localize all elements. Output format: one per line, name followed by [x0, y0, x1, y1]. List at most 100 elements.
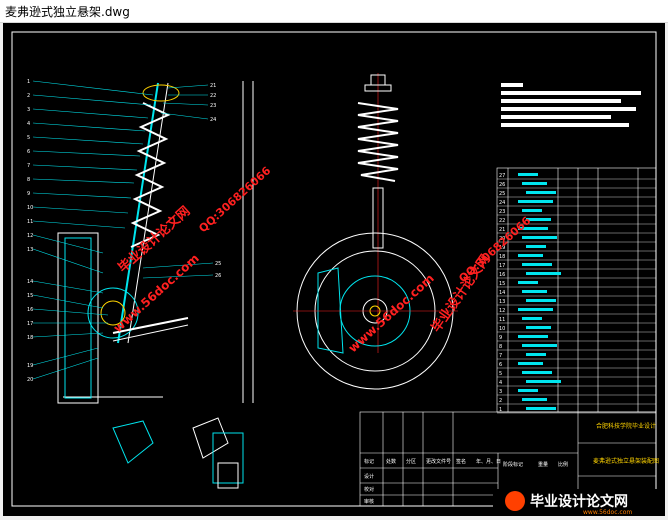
logo-text: 毕业设计论文网: [530, 493, 628, 510]
parts-row-number: 15: [499, 281, 505, 287]
parts-row-number: 22: [499, 218, 505, 224]
logo-url: www.56doc.com: [583, 509, 632, 516]
watermark-qq: QQ:306826066: [196, 164, 273, 235]
technical-requirements: [501, 83, 641, 127]
parts-row-number: 25: [499, 191, 505, 197]
tb-weight: 重量: [538, 461, 548, 468]
leader-label: 15: [27, 293, 33, 299]
leader-label: 7: [27, 163, 30, 169]
tb-stage: 阶段标记: [503, 461, 523, 468]
parts-row-number: 13: [499, 299, 505, 305]
strut-front-view: [293, 73, 458, 390]
parts-row-name: [522, 371, 552, 374]
leader-label: 20: [27, 377, 33, 383]
window-title-bar: 麦弗逊式独立悬架.dwg: [0, 0, 668, 23]
parts-row-name: [526, 407, 556, 410]
parts-row-number: 24: [499, 200, 505, 206]
leader-label: 2: [27, 93, 30, 99]
watermarks: 毕业设计论文网 www.56doc.com QQ:306826066 www.5…: [111, 164, 534, 355]
leader-label: 21: [210, 83, 216, 89]
tb-scale: 比例: [558, 461, 568, 468]
leader-label: 22: [210, 93, 216, 99]
leader-label: 3: [27, 107, 30, 113]
parts-row-name: [526, 380, 561, 383]
parts-row-number: 4: [499, 380, 502, 386]
parts-row-name: [522, 290, 547, 293]
leader-label: 18: [27, 335, 33, 341]
leader-label: 25: [215, 261, 221, 267]
parts-row-number: 5: [499, 371, 502, 377]
tb-cell: 更改文件号: [426, 458, 451, 465]
parts-row-name: [518, 335, 548, 338]
tb-row-label: 校对: [364, 486, 374, 493]
leader-label: 12: [27, 233, 33, 239]
tb-cell: 处数: [386, 458, 396, 465]
parts-row-name: [518, 173, 538, 176]
leader-label: 23: [210, 103, 216, 109]
parts-row-name: [518, 200, 553, 203]
parts-row-name: [518, 281, 538, 284]
detail-views: [112, 417, 244, 489]
drawing-svg: 1 2 3 4 5 6 7 8 9 10 11 12 13 14 15 16 1…: [11, 31, 663, 516]
site-logo: 毕业设计论文网 www.56doc.com: [493, 489, 663, 516]
parts-row-name: [518, 308, 553, 311]
leader-label: 9: [27, 191, 30, 197]
parts-list-table: [496, 167, 657, 413]
leader-label: 4: [27, 121, 30, 127]
parts-row-name: [526, 299, 556, 302]
parts-row-number: 26: [499, 182, 505, 188]
leader-label: 24: [210, 117, 216, 123]
watermark-brand: 毕业设计论文网: [428, 252, 493, 336]
parts-row-name: [522, 263, 552, 266]
parts-row-name: [522, 344, 557, 347]
parts-row-name: [518, 362, 543, 365]
parts-row-name: [526, 245, 546, 248]
right-leader-labels: 21 22 23 24 25 26: [210, 83, 221, 279]
tb-cell: 签名: [456, 458, 466, 465]
leader-label: 6: [27, 149, 30, 155]
leader-label: 8: [27, 177, 30, 183]
cad-drawing-canvas[interactable]: 1 2 3 4 5 6 7 8 9 10 11 12 13 14 15 16 1…: [3, 23, 665, 516]
school-name: 合肥科技学院毕业设计: [596, 422, 656, 430]
parts-list-rows: 2726252423222120191817161514131211109876…: [497, 173, 656, 414]
leader-label: 26: [215, 273, 221, 279]
tb-cell: 标记: [364, 458, 374, 465]
parts-row-number: 16: [499, 272, 505, 278]
parts-row-number: 14: [499, 290, 505, 296]
leader-label: 5: [27, 135, 30, 141]
parts-row-name: [522, 317, 542, 320]
parts-row-number: 18: [499, 254, 505, 260]
leader-label: 17: [27, 321, 33, 327]
window-title: 麦弗逊式独立悬架.dwg: [5, 5, 130, 19]
leader-label: 11: [27, 219, 33, 225]
parts-row-number: 7: [499, 353, 502, 359]
parts-row-name: [526, 353, 546, 356]
parts-row-number: 27: [499, 173, 505, 179]
drawing-name: 麦弗逊式独立悬架装配图: [593, 457, 659, 465]
parts-row-number: 8: [499, 344, 502, 350]
parts-row-number: 11: [499, 317, 505, 323]
parts-row-name: [522, 398, 547, 401]
tb-cell: 年、月、日: [476, 458, 501, 465]
parts-row-name: [526, 326, 551, 329]
parts-row-number: 10: [499, 326, 505, 332]
parts-row-name: [518, 389, 538, 392]
leader-label: 1: [27, 79, 30, 85]
leader-label: 10: [27, 205, 33, 211]
parts-row-name: [518, 254, 543, 257]
tb-cell: 分区: [406, 458, 416, 465]
parts-row-number: 12: [499, 308, 505, 314]
leader-label: 14: [27, 279, 33, 285]
parts-row-name: [526, 191, 556, 194]
parts-row-name: [522, 236, 557, 239]
parts-row-number: 6: [499, 362, 502, 368]
watermark-url: www.56doc.com: [346, 271, 437, 355]
tb-row-label: 设计: [364, 473, 374, 480]
parts-row-number: 17: [499, 263, 505, 269]
parts-row-name: [526, 272, 561, 275]
parts-row-number: 3: [499, 389, 502, 395]
parts-row-number: 9: [499, 335, 502, 341]
parts-row-name: [522, 182, 547, 185]
left-leader-labels: 1 2 3 4 5 6 7 8 9 10 11 12 13 14 15 16 1…: [27, 79, 33, 383]
tb-row-label: 审核: [364, 498, 374, 505]
